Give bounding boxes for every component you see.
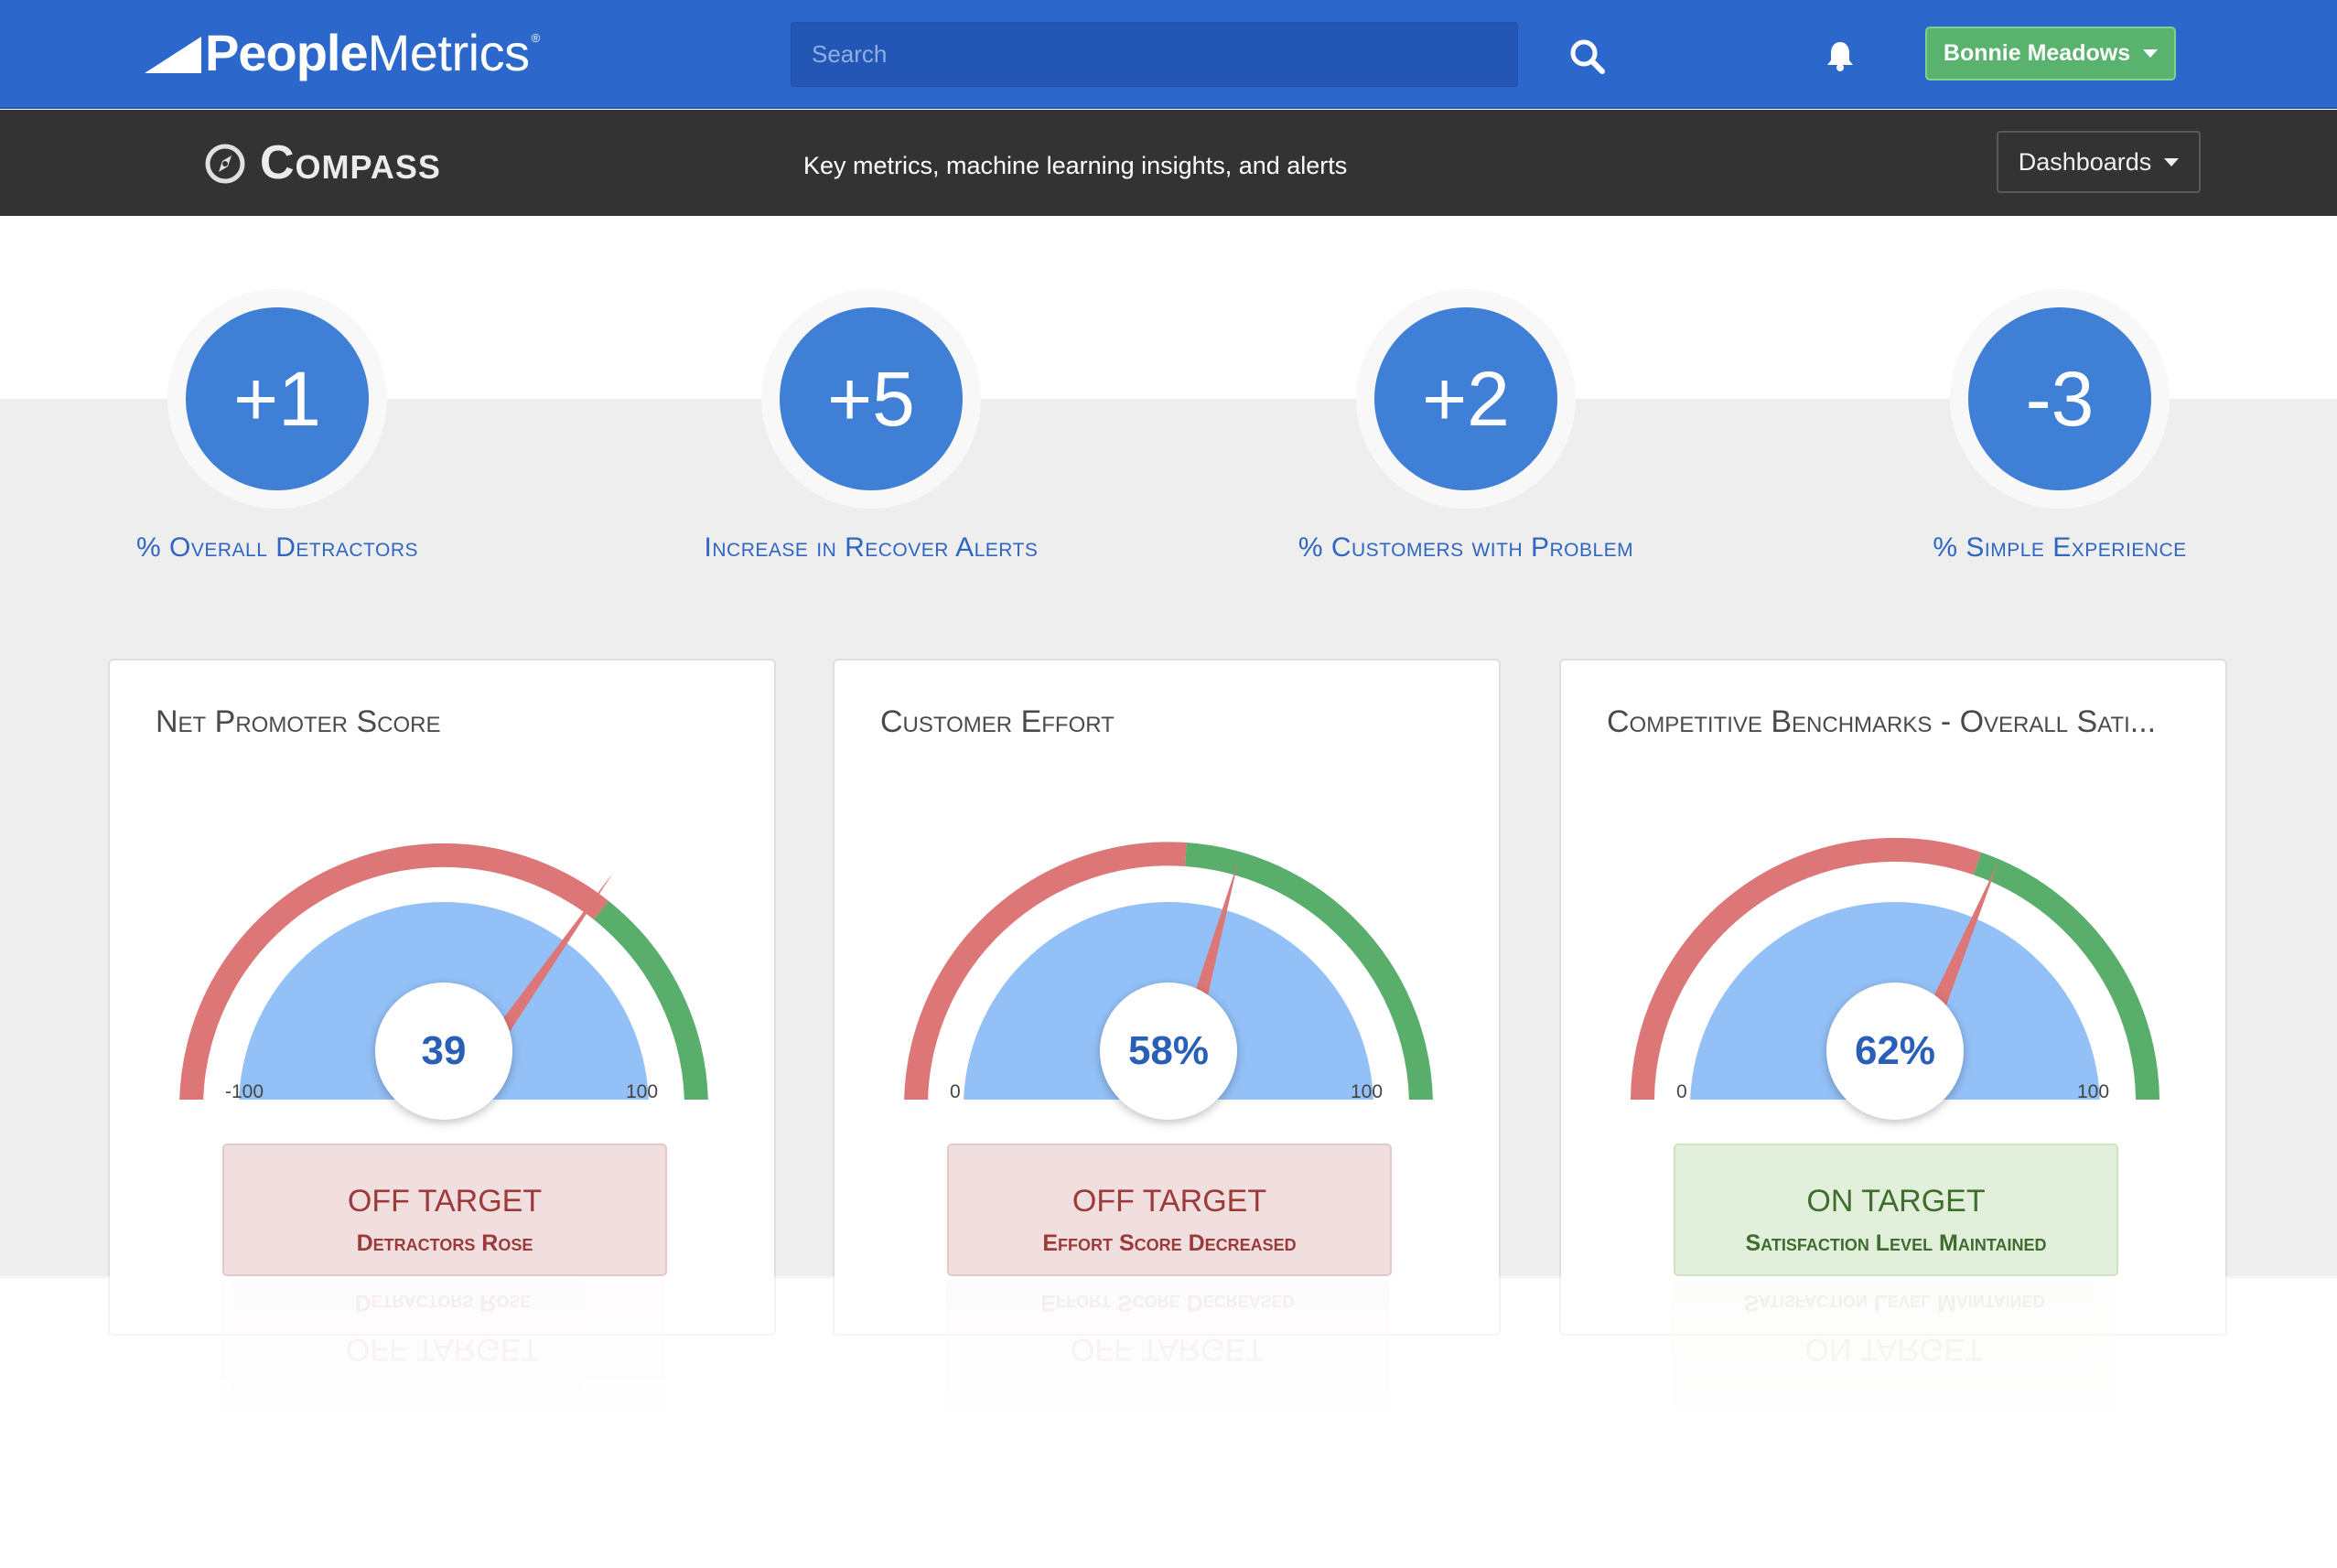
status-box: OFF TARGET Effort Score Decreased <box>947 1144 1392 1276</box>
gauge-value: 39 <box>375 983 512 1120</box>
card-title: Competitive Benchmarks - Overall Sati... <box>1607 704 2157 739</box>
compass-icon <box>205 144 245 184</box>
registered-mark: ® <box>531 31 541 45</box>
status-detail: Satisfaction Level Maintained <box>1745 1230 2047 1256</box>
dashboards-dropdown[interactable]: Dashboards <box>1997 131 2201 193</box>
user-menu-button[interactable]: Bonnie Meadows <box>1925 27 2176 81</box>
card-customer-effort[interactable]: Customer Effort 58% 0 100 OFF TARGET Eff… <box>833 659 1501 1336</box>
status-box: OFF TARGET Detractors Rose <box>222 1144 667 1276</box>
notifications-button[interactable] <box>1825 39 1856 72</box>
kpi-value: +2 <box>1374 307 1557 490</box>
kpi-value: +5 <box>780 307 963 490</box>
dashboards-label: Dashboards <box>2018 147 2152 176</box>
kpi-label: Increase in Recover Alerts <box>704 532 1039 563</box>
card-net-promoter-score[interactable]: Net Promoter Score 39 -100 100 OFF TARGE… <box>108 659 776 1336</box>
status-box: ON TARGET Satisfaction Level Maintained <box>1674 1144 2118 1276</box>
kpi-overall-detractors[interactable]: +1 % Overall Detractors <box>85 289 469 582</box>
search-button[interactable] <box>1567 37 1608 77</box>
user-name: Bonnie Meadows <box>1943 40 2131 66</box>
gauge-max-label: 100 <box>1351 1081 1384 1102</box>
gauge-value: 58% <box>1100 983 1237 1120</box>
gauge-min-label: 0 <box>950 1081 961 1102</box>
search-input[interactable] <box>791 22 1518 87</box>
brand-name-light: Metrics <box>367 24 530 81</box>
status-label: ON TARGET <box>1806 1184 1986 1219</box>
gauge-min-label: 0 <box>1676 1081 1687 1102</box>
kpi-label: % Simple Experience <box>1933 532 2187 563</box>
caret-down-icon <box>2164 157 2180 166</box>
gauge-value: 62% <box>1826 983 1964 1120</box>
reflection-fade <box>0 1276 2337 1568</box>
gauge-min-label: -100 <box>225 1081 264 1102</box>
app-subtitle: Key metrics, machine learning insights, … <box>803 152 1348 179</box>
kpi-value: +1 <box>186 307 369 490</box>
gauge-max-label: 100 <box>626 1081 659 1102</box>
gauge-max-label: 100 <box>2077 1081 2110 1102</box>
card-title: Net Promoter Score <box>156 704 441 739</box>
bell-icon <box>1827 42 1853 71</box>
caret-down-icon <box>2143 49 2159 58</box>
brand-name-bold: People <box>205 24 369 81</box>
kpi-value: -3 <box>1968 307 2151 490</box>
card-competitive-benchmarks[interactable]: Competitive Benchmarks - Overall Sati...… <box>1559 659 2227 1336</box>
search-icon <box>1570 39 1605 74</box>
kpi-customers-with-problem[interactable]: +2 % Customers with Problem <box>1274 289 1658 582</box>
kpi-simple-experience[interactable]: -3 % Simple Experience <box>1868 289 2252 582</box>
kpi-recover-alerts[interactable]: +5 Increase in Recover Alerts <box>679 289 1063 582</box>
app-title: Compass <box>260 136 441 189</box>
kpi-label: % Customers with Problem <box>1298 532 1634 563</box>
status-label: OFF TARGET <box>1072 1184 1267 1219</box>
status-label: OFF TARGET <box>347 1184 543 1219</box>
status-detail: Effort Score Decreased <box>1042 1230 1297 1256</box>
kpi-label: % Overall Detractors <box>135 532 419 563</box>
card-title: Customer Effort <box>880 704 1115 739</box>
logo-swoosh-icon <box>145 37 201 73</box>
status-detail: Detractors Rose <box>356 1230 533 1256</box>
people-metrics-logo[interactable]: People Metrics ® <box>145 24 540 82</box>
